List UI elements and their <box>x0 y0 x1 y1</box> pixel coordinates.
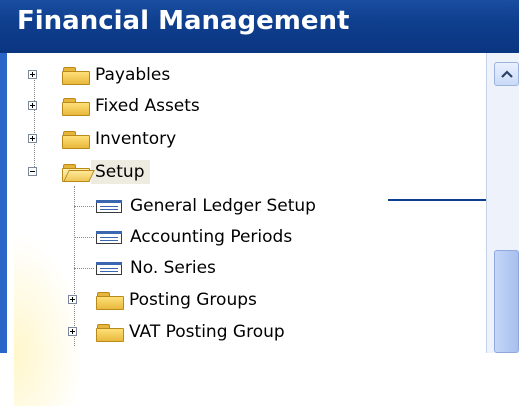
chevron-up-icon <box>501 70 513 78</box>
tree-item-general-ledger-setup[interactable]: General Ledger Setup <box>94 192 316 220</box>
tree-item-label: Fixed Assets <box>95 96 200 116</box>
folder-icon <box>95 323 124 342</box>
tree-item-fixed-assets[interactable]: Fixed Assets <box>28 92 200 120</box>
tree-item-payables[interactable]: Payables <box>28 61 170 89</box>
tree-item-label: No. Series <box>130 258 216 278</box>
expand-icon[interactable] <box>28 134 37 143</box>
folder-icon <box>61 130 90 149</box>
tree-item-label: Payables <box>95 65 171 85</box>
scroll-up-button[interactable] <box>494 62 519 86</box>
tree-item-no-series[interactable]: No. Series <box>94 254 216 282</box>
tree-item-posting-groups[interactable]: Posting Groups <box>68 286 257 314</box>
title-bar: Financial Management <box>0 0 519 53</box>
form-icon <box>94 229 124 245</box>
folder-icon <box>95 291 124 310</box>
window-title: Financial Management <box>17 6 350 36</box>
tree-item-label: Posting Groups <box>129 290 257 310</box>
tree-item-label: Setup <box>91 160 151 184</box>
folder-icon <box>61 66 90 85</box>
tree-connector <box>74 206 94 207</box>
tree-item-label: VAT Posting Group <box>129 322 285 342</box>
window-left-border <box>0 53 7 353</box>
tree-item-label: Inventory <box>95 129 177 149</box>
tree-item-setup[interactable]: Setup <box>28 158 151 186</box>
tree-item-label: Accounting Periods <box>130 227 293 247</box>
expand-icon[interactable] <box>28 101 37 110</box>
expand-icon[interactable] <box>68 327 77 336</box>
tree-item-vat-posting-group[interactable]: VAT Posting Group <box>68 318 285 346</box>
folder-icon <box>61 97 90 116</box>
collapse-icon[interactable] <box>28 167 37 176</box>
expand-icon[interactable] <box>68 295 77 304</box>
tree-connector <box>74 268 94 269</box>
scrollbar-thumb[interactable] <box>494 250 519 353</box>
expand-icon[interactable] <box>28 70 37 79</box>
tree-connector <box>74 237 94 238</box>
form-icon <box>94 198 124 214</box>
tree-item-accounting-periods[interactable]: Accounting Periods <box>94 223 292 251</box>
form-icon <box>94 260 124 276</box>
tree-item-inventory[interactable]: Inventory <box>28 125 176 153</box>
tree-item-label: General Ledger Setup <box>130 196 316 216</box>
folder-open-icon <box>61 163 95 182</box>
